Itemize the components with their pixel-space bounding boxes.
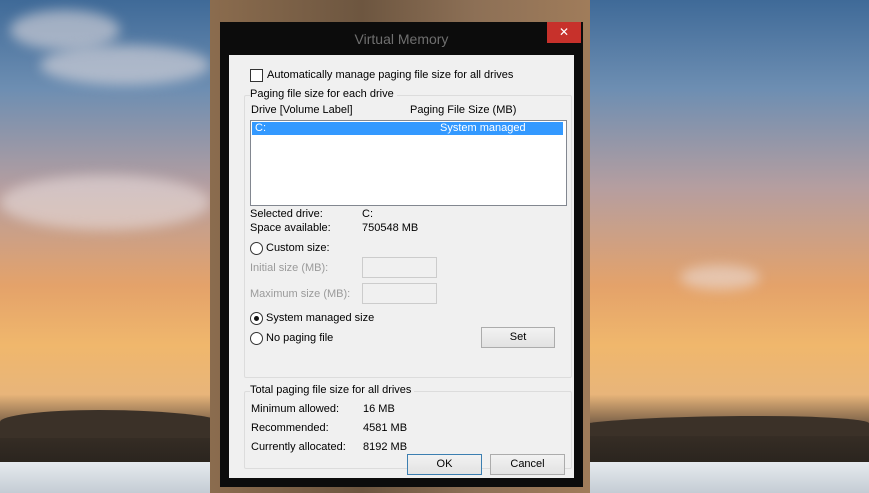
total-group-legend: Total paging file size for all drives [250,384,415,396]
cancel-button[interactable]: Cancel [490,454,565,475]
currently-allocated-value: 8192 MB [363,441,408,453]
set-button[interactable]: Set [481,327,555,348]
auto-manage-label[interactable]: Automatically manage paging file size fo… [267,69,513,81]
drive-list[interactable]: C: System managed [250,120,567,206]
drive-paging-size: System managed [440,122,526,134]
list-item[interactable]: C: System managed [252,122,563,135]
minimum-allowed-label: Minimum allowed: [251,403,340,415]
initial-size-label: Initial size (MB): [250,262,329,274]
virtual-memory-dialog: Virtual Memory ✕ Automatically manage pa… [220,22,583,487]
column-drive: Drive [Volume Label] [251,104,353,116]
dialog-body: Automatically manage paging file size fo… [229,55,574,478]
recommended-label: Recommended: [251,422,329,434]
maximum-size-input[interactable] [362,283,437,304]
custom-size-radio[interactable] [250,242,263,255]
auto-manage-checkbox[interactable] [250,69,263,82]
drive-letter: C: [255,122,266,134]
selected-drive-value: C: [362,208,373,220]
column-paging-size: Paging File Size (MB) [410,104,517,116]
no-paging-radio[interactable] [250,332,263,345]
maximum-size-label: Maximum size (MB): [250,288,351,300]
close-button[interactable]: ✕ [547,22,581,43]
space-available-label: Space available: [250,222,331,234]
currently-allocated-label: Currently allocated: [251,441,346,453]
system-managed-label[interactable]: System managed size [266,312,374,324]
selected-drive-label: Selected drive: [250,208,323,220]
recommended-value: 4581 MB [363,422,408,434]
title-bar[interactable]: Virtual Memory ✕ [220,22,583,55]
minimum-allowed-value: 16 MB [363,403,395,415]
ok-button[interactable]: OK [407,454,482,475]
custom-size-label[interactable]: Custom size: [266,242,330,254]
close-icon: ✕ [558,25,570,39]
window-title: Virtual Memory [354,31,449,47]
initial-size-input[interactable] [362,257,437,278]
no-paging-label[interactable]: No paging file [266,332,333,344]
system-managed-radio[interactable] [250,312,263,325]
space-available-value: 750548 MB [362,222,419,234]
paging-group-legend: Paging file size for each drive [250,88,397,100]
